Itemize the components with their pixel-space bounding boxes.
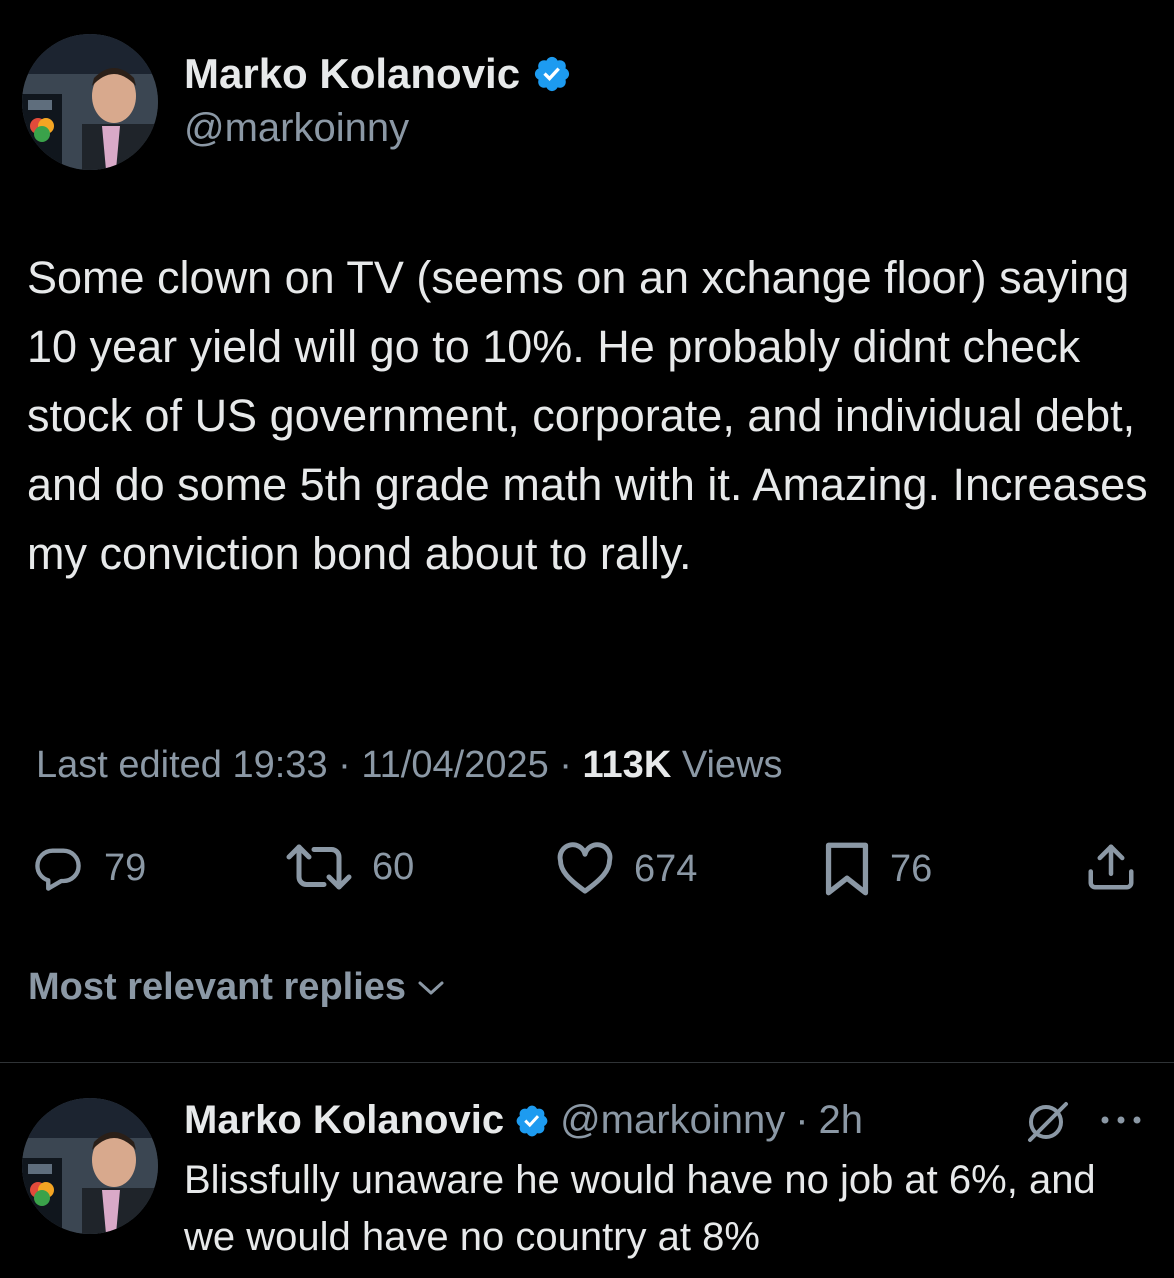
tweet-date[interactable]: 11/04/2025 (361, 744, 548, 786)
chevron-down-icon (418, 981, 444, 994)
author-display-name[interactable]: Marko Kolanovic (184, 50, 520, 98)
profile-photo-icon (22, 1098, 158, 1234)
more-dots-icon (1101, 1116, 1141, 1124)
reply-separator: · (795, 1098, 809, 1142)
views-count: 113K (582, 744, 672, 786)
reply-time[interactable]: 2h (819, 1098, 864, 1143)
edited-label[interactable]: Last edited (36, 744, 222, 786)
author-handle[interactable]: @markoinny (184, 106, 409, 151)
reply-author-avatar[interactable] (22, 1098, 158, 1234)
bookmark-icon (825, 842, 869, 896)
meta-separator: · (559, 744, 572, 786)
reply-author-name[interactable]: Marko Kolanovic (184, 1098, 504, 1143)
verified-badge-icon (516, 1105, 548, 1136)
grok-icon (1028, 1102, 1068, 1142)
reply-button[interactable]: 79 (30, 842, 146, 894)
tweet-text: Some clown on TV (seems on an xchange fl… (27, 252, 1161, 579)
replies-sort-label: Most relevant replies (28, 966, 407, 1008)
author-avatar[interactable] (22, 34, 158, 170)
bookmark-count: 76 (890, 847, 933, 890)
repost-button[interactable]: 60 (284, 842, 414, 892)
reply-icon (35, 848, 81, 891)
bookmark-button[interactable]: 76 (822, 840, 932, 898)
replies-sort-dropdown[interactable]: Most relevant replies (28, 966, 446, 1009)
heart-icon (557, 842, 613, 894)
verified-badge-icon (535, 56, 570, 92)
divider (0, 1062, 1174, 1063)
reply-count: 79 (104, 846, 147, 889)
more-options-button[interactable] (1098, 1112, 1144, 1133)
share-icon (1088, 844, 1134, 890)
grok-button[interactable] (1024, 1100, 1072, 1149)
views-label: Views (681, 744, 783, 786)
reply-text: Blissfully unaware he would have no job … (184, 1158, 1096, 1259)
repost-count: 60 (372, 845, 415, 888)
author-name[interactable]: Marko Kolanovic (184, 50, 572, 98)
reply-header: Marko Kolanovic @markoinny · 2h (184, 1098, 863, 1143)
tweet-meta: Last edited 19:33 · 11/04/2025 · 113K Vi… (36, 744, 783, 787)
like-button[interactable]: 674 (554, 842, 697, 896)
profile-photo-icon (22, 34, 158, 170)
repost-icon (286, 844, 352, 890)
reply-author-handle[interactable]: @markoinny (560, 1098, 785, 1143)
like-count: 674 (634, 847, 698, 890)
share-button[interactable] (1084, 840, 1138, 894)
meta-separator: · (338, 744, 351, 786)
tweet-time[interactable]: 19:33 (232, 744, 327, 786)
